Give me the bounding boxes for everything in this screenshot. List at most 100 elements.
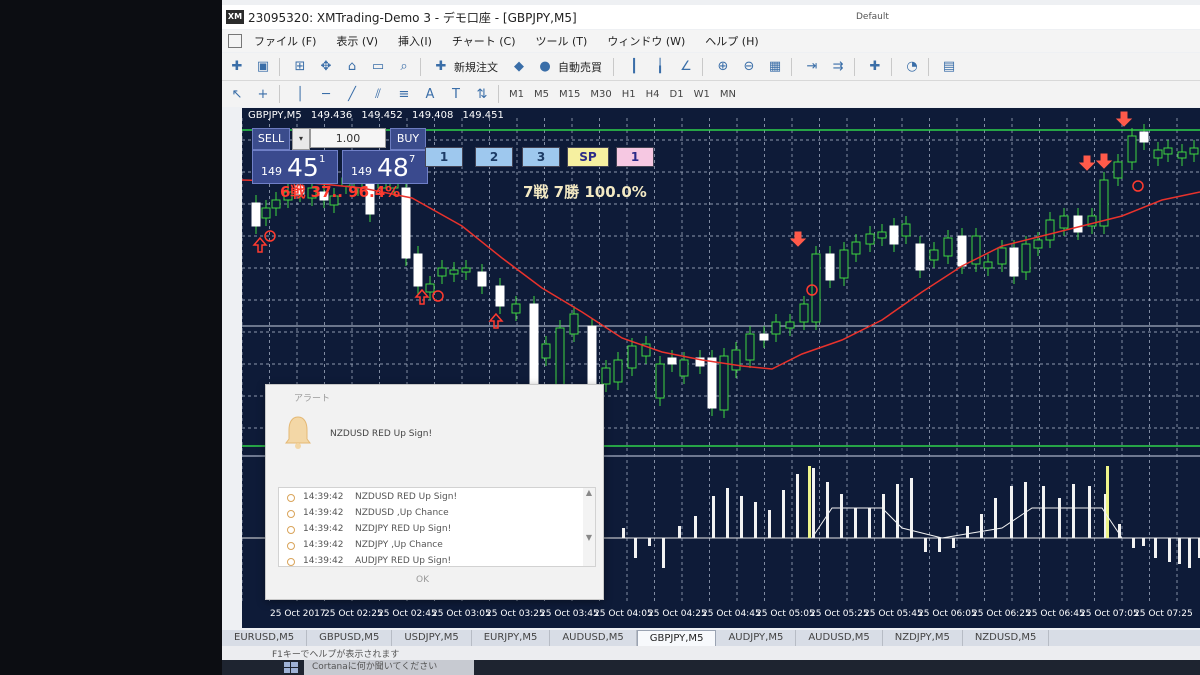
alert-row[interactable]: 14:39:42 AUDJPY RED Up Sign! <box>279 554 579 566</box>
alert-row[interactable]: 14:39:42 NZDUSD ,Up Chance <box>279 506 579 522</box>
candle-body <box>839 249 849 279</box>
indicator-bar <box>924 538 927 552</box>
buy-button[interactable]: BUY <box>390 128 426 150</box>
indicator-bar <box>648 538 651 546</box>
time-axis-label: 25 Oct 06:25 <box>972 609 1031 619</box>
alert-ok-button[interactable]: OK <box>416 575 429 585</box>
new-order-button[interactable]: 新規注文 <box>454 59 498 75</box>
menu-window[interactable]: ウィンドウ (W) <box>607 33 685 49</box>
menu-view[interactable]: 表示 (V) <box>336 33 378 49</box>
tile-windows-icon[interactable]: ▦ <box>764 57 786 77</box>
tester-icon[interactable]: ⌕ <box>393 57 415 77</box>
alert-row[interactable]: 14:39:42 NZDUSD RED Up Sign! <box>279 490 579 506</box>
meta-editor-icon[interactable]: ◆ <box>508 57 530 77</box>
buy-price-button[interactable]: 149 48 7 <box>342 150 428 184</box>
level-button-2[interactable]: 2 <box>475 147 513 167</box>
channel-icon[interactable]: ⫽ <box>367 84 389 104</box>
navigator-icon[interactable]: ✥ <box>315 57 337 77</box>
profiles-icon[interactable]: ▣ <box>252 57 274 77</box>
chart-tab[interactable]: AUDJPY,M5 <box>716 630 797 646</box>
candle-body <box>251 202 261 227</box>
timeframe-m30[interactable]: M30 <box>590 89 611 100</box>
level-button-1-pink[interactable]: 1 <box>616 147 654 167</box>
level-button-1[interactable]: 1 <box>425 147 463 167</box>
timeframe-mn[interactable]: MN <box>720 89 736 100</box>
menu-insert[interactable]: 挿入(I) <box>398 33 432 49</box>
candle-body <box>825 253 835 281</box>
timeframe-m5[interactable]: M5 <box>534 89 549 100</box>
alert-row[interactable]: 14:39:42 NZDJPY RED Up Sign! <box>279 522 579 538</box>
bar-chart-icon[interactable]: ┃ <box>623 57 645 77</box>
line-chart-icon[interactable]: ∠ <box>675 57 697 77</box>
chart-tab[interactable]: GBPJPY,M5 <box>636 629 717 647</box>
auto-scroll-icon[interactable]: ⇉ <box>827 57 849 77</box>
menu-help[interactable]: ヘルプ (H) <box>705 33 758 49</box>
candle-body <box>401 187 411 259</box>
chart-tab[interactable]: EURUSD,M5 <box>222 630 308 646</box>
chart-shift-icon[interactable]: ⇥ <box>801 57 823 77</box>
chart-tab[interactable]: AUDUSD,M5 <box>550 630 637 646</box>
terminal-icon[interactable]: ▭ <box>367 57 389 77</box>
chart-tab[interactable]: EURJPY,M5 <box>472 630 551 646</box>
level-button-3[interactable]: 3 <box>522 147 560 167</box>
time-axis-label: 25 Oct 02:25 <box>324 609 383 619</box>
win-stats-left: 6戦 37.. 96.4% <box>280 183 401 201</box>
chart-tab[interactable]: AUDUSD,M5 <box>796 630 883 646</box>
chart-header: GBPJPY,M5 149.436 149.452 149.408 149.45… <box>248 110 510 121</box>
timeframe-m1[interactable]: M1 <box>509 89 524 100</box>
data-window-icon[interactable]: ⌂ <box>341 57 363 77</box>
sell-price-button[interactable]: 149 45 1 <box>252 150 338 184</box>
fibonacci-icon[interactable]: ≡ <box>393 84 415 104</box>
timeframe-m15[interactable]: M15 <box>559 89 580 100</box>
time-axis-label: 25 Oct 04:25 <box>648 609 707 619</box>
auto-trade-button[interactable]: 自動売買 <box>558 59 602 75</box>
chart-tab[interactable]: NZDJPY,M5 <box>883 630 963 646</box>
time-axis-label: 25 Oct 04:45 <box>702 609 761 619</box>
menu-tools[interactable]: ツール (T) <box>536 33 588 49</box>
zoom-in-icon[interactable]: ⊕ <box>712 57 734 77</box>
timeframe-h1[interactable]: H1 <box>622 89 636 100</box>
lot-size-input[interactable]: 1.00 <box>310 128 386 148</box>
arrows-icon[interactable]: ⇅ <box>471 84 493 104</box>
trend-line-icon[interactable]: ╱ <box>341 84 363 104</box>
timeframe-h4[interactable]: H4 <box>646 89 660 100</box>
indicators-icon[interactable]: ✚ <box>864 57 886 77</box>
alert-list-scrollbar[interactable]: ▲ ▼ <box>583 488 595 566</box>
level-button-sp[interactable]: SP <box>567 147 609 167</box>
periods-icon[interactable]: ◔ <box>901 57 923 77</box>
alert-time: 14:39:42 <box>303 524 344 534</box>
lot-dropdown[interactable]: ▾ <box>292 128 310 150</box>
time-axis-label: 25 Oct 05:25 <box>810 609 869 619</box>
auto-trade-icon[interactable]: ● <box>534 57 556 77</box>
alert-time: 14:39:42 <box>303 540 344 550</box>
indicator-bar <box>1024 482 1027 538</box>
chart-tab[interactable]: NZDUSD,M5 <box>963 630 1050 646</box>
menu-file[interactable]: ファイル (F) <box>254 33 316 49</box>
alert-row[interactable]: 14:39:42 NZDJPY ,Up Chance <box>279 538 579 554</box>
market-watch-icon[interactable]: ⊞ <box>289 57 311 77</box>
toolbar-divider <box>279 85 280 103</box>
timeframe-w1[interactable]: W1 <box>694 89 710 100</box>
candlestick-icon[interactable]: ╽ <box>649 57 671 77</box>
indicator-bar <box>966 526 969 538</box>
alert-text: NZDUSD ,Up Chance <box>355 508 449 518</box>
candle-body <box>1113 161 1123 179</box>
chart-tab[interactable]: USDJPY,M5 <box>392 630 472 646</box>
timeframe-d1[interactable]: D1 <box>670 89 684 100</box>
menu-chart[interactable]: チャート (C) <box>452 33 516 49</box>
cursor-icon[interactable]: ↖ <box>226 84 248 104</box>
cortana-search-box[interactable]: Cortanaに何か聞いてください <box>304 660 474 675</box>
text-icon[interactable]: A <box>419 84 441 104</box>
zoom-out-icon[interactable]: ⊖ <box>738 57 760 77</box>
sell-button[interactable]: SELL <box>252 128 290 150</box>
templates-icon[interactable]: ▤ <box>938 57 960 77</box>
new-order-icon[interactable]: ✚ <box>430 57 452 77</box>
new-chart-icon[interactable]: ✚ <box>226 57 248 77</box>
text-label-icon[interactable]: T <box>445 84 467 104</box>
windows-start-icon[interactable] <box>284 662 298 673</box>
chart-tab[interactable]: GBPUSD,M5 <box>307 630 393 646</box>
crosshair-icon[interactable]: + <box>252 84 274 104</box>
vertical-line-icon[interactable]: │ <box>289 84 311 104</box>
horizontal-line-icon[interactable]: ─ <box>315 84 337 104</box>
indicator-bar <box>782 490 785 538</box>
